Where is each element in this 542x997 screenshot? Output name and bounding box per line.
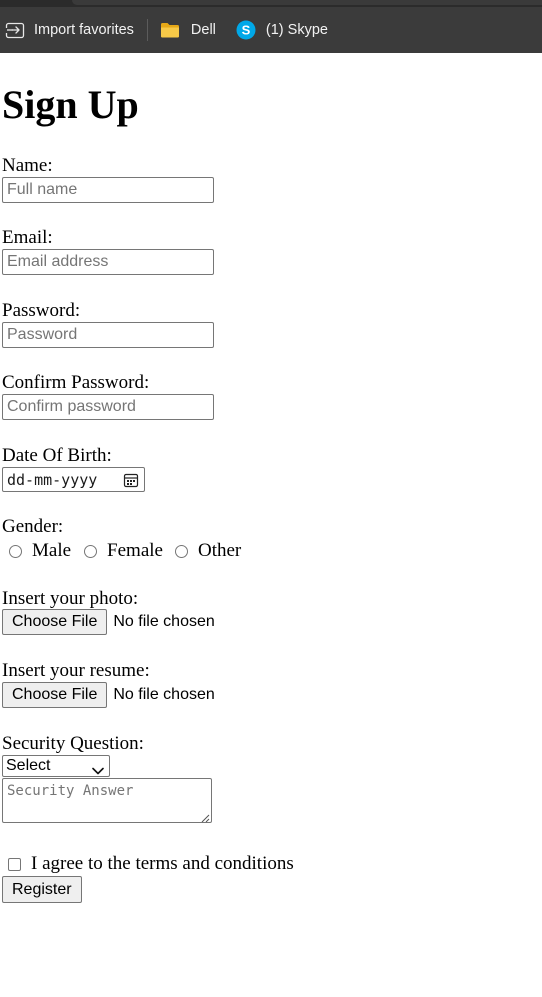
security-question-label: Security Question:	[2, 733, 144, 754]
textarea-resize-grip-icon[interactable]	[200, 810, 210, 823]
favorite-dell-folder[interactable]: Dell	[159, 7, 216, 53]
svg-text:S: S	[242, 23, 251, 38]
password-label: Password:	[2, 300, 81, 321]
tab-strip-edge	[72, 0, 542, 5]
dob-label: Date Of Birth:	[2, 445, 112, 466]
security-question-select[interactable]: Select	[2, 755, 110, 777]
window-top-strip	[0, 0, 542, 7]
favorite-skype-label: (1) Skype	[265, 22, 328, 38]
security-question-selected: Select	[6, 757, 51, 774]
import-favorites-icon	[4, 19, 26, 41]
favorites-separator	[146, 19, 148, 41]
photo-choose-file-button[interactable]: Choose File	[2, 609, 108, 635]
gender-option-female: Female	[71, 540, 163, 562]
gender-option-male: Male	[2, 540, 71, 562]
skype-icon: S	[236, 20, 256, 40]
photo-file-input: Choose File No file chosen	[2, 609, 215, 635]
photo-file-status: No file chosen	[113, 613, 215, 630]
email-input[interactable]	[2, 249, 214, 275]
gender-female-label: Female	[107, 540, 163, 561]
gender-label: Gender:	[2, 516, 64, 537]
resume-label: Insert your resume:	[2, 660, 150, 681]
gender-radio-other[interactable]	[174, 544, 188, 558]
gender-radio-female[interactable]	[84, 544, 98, 558]
folder-icon	[159, 19, 181, 41]
resume-choose-file-button[interactable]: Choose File	[2, 682, 108, 708]
chevron-down-icon	[92, 762, 104, 775]
gender-radio-male[interactable]	[9, 544, 22, 558]
photo-label: Insert your photo:	[2, 588, 139, 609]
name-input[interactable]	[2, 177, 214, 203]
calendar-icon[interactable]	[123, 472, 139, 488]
gender-options: Male Female Other	[2, 540, 241, 562]
favorite-import-favorites[interactable]: Import favorites	[4, 7, 134, 53]
gender-other-label: Other	[197, 540, 242, 561]
dob-placeholder: dd-mm-yyyy	[7, 470, 98, 489]
terms-checkbox[interactable]	[8, 857, 21, 871]
favorite-skype[interactable]: S (1) Skype	[236, 7, 328, 53]
security-answer-input[interactable]	[2, 778, 212, 823]
favorite-import-label: Import favorites	[34, 22, 134, 38]
favorite-dell-label: Dell	[190, 22, 216, 38]
dob-input[interactable]: dd-mm-yyyy	[2, 467, 145, 492]
confirm-password-label: Confirm Password:	[2, 372, 150, 393]
register-button[interactable]: Register	[2, 876, 82, 903]
favorites-bar: Import favorites Dell S (1) Skype	[0, 7, 542, 53]
email-label: Email:	[2, 227, 53, 248]
resume-file-status: No file chosen	[113, 686, 215, 703]
name-label: Name:	[2, 155, 53, 176]
gender-option-other: Other	[163, 540, 241, 562]
page-title: Sign Up	[2, 82, 139, 127]
password-input[interactable]	[2, 322, 214, 348]
gender-male-label: Male	[32, 540, 72, 561]
terms-label: I agree to the terms and conditions	[31, 853, 294, 874]
resume-file-input: Choose File No file chosen	[2, 682, 215, 708]
confirm-password-input[interactable]	[2, 394, 214, 420]
terms-row: I agree to the terms and conditions	[2, 853, 294, 875]
